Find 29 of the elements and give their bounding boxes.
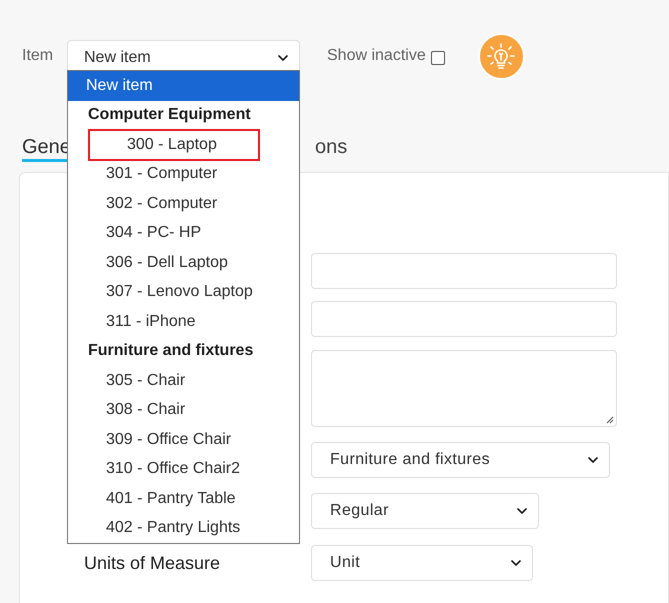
group-heading: Computer Equipment [87,105,252,126]
resize-handle-icon [606,416,614,424]
dropdown-option[interactable]: 401 - Pantry Table [68,484,299,514]
dropdown-option[interactable]: 310 - Office Chair2 [68,454,299,484]
tab[interactable]: ons [315,132,348,162]
dropdown-select[interactable]: Regular [311,493,539,529]
dropdown-option[interactable]: 402 - Pantry Lights [68,514,299,543]
dropdown-option[interactable]: 306 - Dell Laptop [68,248,299,278]
lightbulb-button[interactable] [478,33,525,80]
show-inactive-label: Show inactive [327,46,426,66]
dropdown-option[interactable]: 301 - Computer [68,160,299,189]
text-area[interactable] [311,350,617,427]
dropdown-option[interactable]: 308 - Chair [68,396,299,425]
dropdown-option[interactable]: New item [68,71,299,100]
lightbulb-icon [486,42,516,72]
item-label: Item [22,46,54,66]
dropdown-option[interactable]: 309 - Office Chair [68,425,299,454]
dropdown-option[interactable]: 300 - Laptop [89,130,259,160]
dropdown-option[interactable]: 304 - PC- HP [68,218,299,248]
dropdown-option[interactable]: 307 - Lenovo Laptop [68,278,299,307]
field-label: Units of Measure [84,552,220,572]
text-field[interactable] [311,301,617,337]
text-field[interactable] [311,253,617,289]
dropdown-select[interactable]: Unit [311,545,533,581]
group-heading: Furniture and fixtures [87,341,254,362]
dropdown-option[interactable]: 302 - Computer [68,189,299,218]
dropdown-option[interactable]: 311 - iPhone [68,307,299,336]
dropdown-option[interactable]: 305 - Chair [68,366,299,396]
dropdown-select[interactable]: Furniture and fixtures [311,442,610,478]
